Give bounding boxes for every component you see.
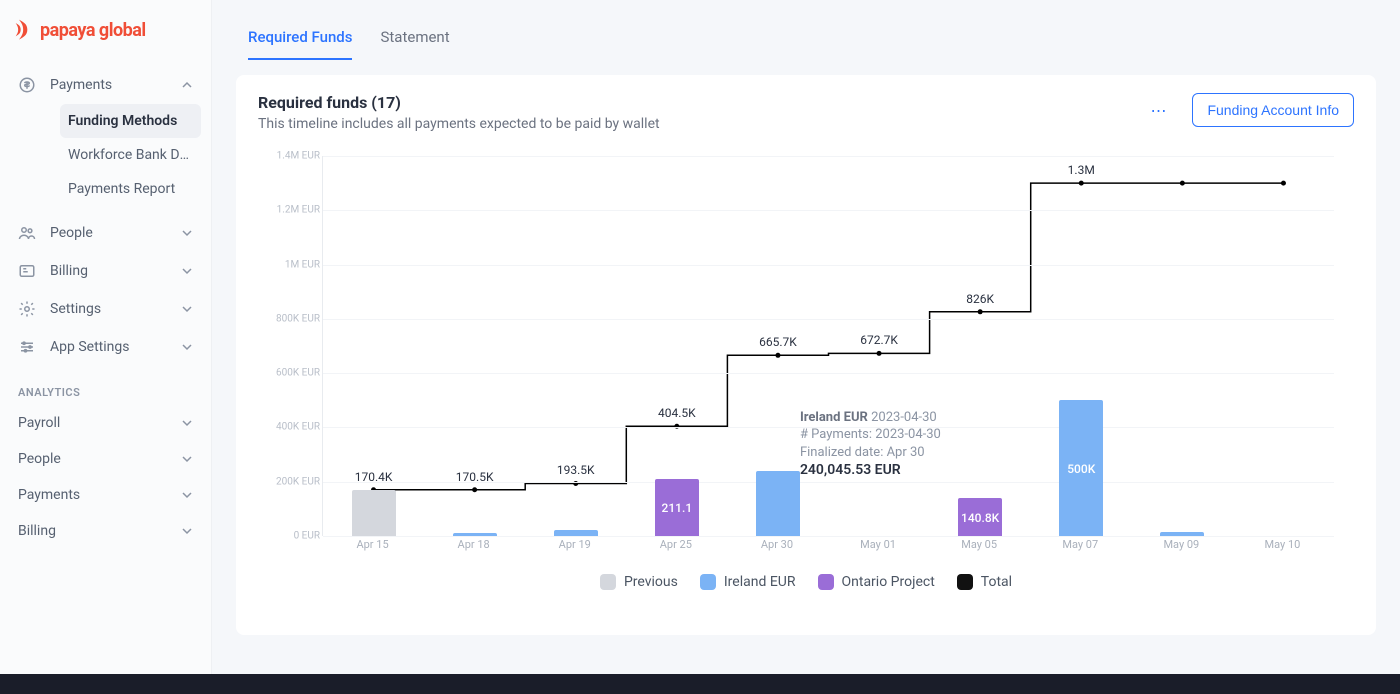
sidebar-sub-workforce-bank[interactable]: Workforce Bank Deta... <box>60 138 201 172</box>
legend-item[interactable]: Ireland EUR <box>700 574 796 590</box>
brand-name: papaya global <box>40 20 146 41</box>
card-title: Required funds (17) <box>258 93 660 112</box>
main-content: Required Funds Statement Required funds … <box>212 0 1400 674</box>
tab-required-funds[interactable]: Required Funds <box>248 20 352 60</box>
gear-icon <box>18 300 36 318</box>
legend-item[interactable]: Ontario Project <box>818 574 935 590</box>
analytics-section-label: ANALYTICS <box>0 370 211 405</box>
sliders-icon <box>18 338 36 356</box>
analytics-item-billing[interactable]: Billing <box>0 513 211 549</box>
sidebar-item-settings[interactable]: Settings <box>10 290 201 328</box>
tab-bar: Required Funds Statement <box>236 0 1376 61</box>
y-axis: 0 EUR200K EUR400K EUR600K EUR800K EUR1M … <box>258 156 320 536</box>
x-axis: Apr 15Apr 18Apr 19Apr 25Apr 30May 01May … <box>322 536 1334 556</box>
chevron-down-icon <box>181 341 193 353</box>
chevron-down-icon <box>181 265 193 277</box>
sidebar: Payments Funding Methods Workforce Bank … <box>0 0 212 674</box>
legend-item[interactable]: Previous <box>600 574 678 590</box>
sidebar-item-people[interactable]: People <box>10 214 201 252</box>
sidebar-item-label: App Settings <box>50 339 129 355</box>
analytics-item-payments[interactable]: Payments <box>0 477 211 513</box>
chevron-down-icon <box>181 489 193 501</box>
chevron-down-icon <box>181 303 193 315</box>
funding-account-info-button[interactable]: Funding Account Info <box>1192 93 1354 127</box>
analytics-item-payroll[interactable]: Payroll <box>0 405 211 441</box>
chart-legend: Previous Ireland EUR Ontario Project Total <box>258 574 1354 590</box>
chevron-down-icon <box>181 417 193 429</box>
chevron-down-icon <box>181 525 193 537</box>
chart-plot-area: Ireland EUR 2023-04-30 # Payments: 2023-… <box>322 156 1334 536</box>
sidebar-item-payments[interactable]: Payments <box>10 66 201 104</box>
analytics-item-people[interactable]: People <box>0 441 211 477</box>
sidebar-item-label: Settings <box>50 301 101 317</box>
people-icon <box>18 224 36 242</box>
sidebar-item-app-settings[interactable]: App Settings <box>10 328 201 366</box>
required-funds-card: Required funds (17) This timeline includ… <box>236 75 1376 635</box>
sidebar-item-billing[interactable]: Billing <box>10 252 201 290</box>
timeline-chart: 0 EUR200K EUR400K EUR600K EUR800K EUR1M … <box>258 156 1354 556</box>
chevron-down-icon <box>181 227 193 239</box>
chevron-down-icon <box>181 453 193 465</box>
payments-icon <box>18 76 36 94</box>
sidebar-sub-payments-report[interactable]: Payments Report <box>60 172 201 206</box>
logo-icon <box>14 18 34 42</box>
legend-item[interactable]: Total <box>957 574 1012 590</box>
billing-icon <box>18 262 36 280</box>
sidebar-item-label: Billing <box>50 263 88 279</box>
card-subtitle: This timeline includes all payments expe… <box>258 116 660 132</box>
brand-logo: papaya global <box>14 18 146 42</box>
sidebar-sub-funding-methods[interactable]: Funding Methods <box>60 104 201 138</box>
sidebar-item-label: Payments <box>50 77 112 93</box>
sidebar-item-label: People <box>50 225 93 241</box>
chevron-up-icon <box>181 79 193 91</box>
footer-bar <box>0 674 1400 694</box>
